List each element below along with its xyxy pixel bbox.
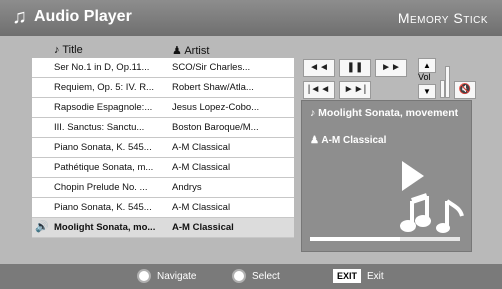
track-artist: Boston Baroque/M... [172, 122, 259, 133]
playlist-row[interactable]: Piano Sonata, K. 545... A-M Classical [32, 198, 294, 218]
now-playing-artist: ♟ A-M Classical [310, 135, 387, 146]
track-artist: SCO/Sir Charles... [172, 62, 251, 73]
track-artist: A-M Classical [172, 142, 231, 153]
playlist-row[interactable]: Rapsodie Espagnole:... Jesus Lopez-Cobo.… [32, 98, 294, 118]
title-column-header[interactable]: ♪ Title [54, 44, 83, 56]
note-icon: ♪ [54, 44, 60, 56]
volume-bar [445, 66, 450, 98]
track-artist: A-M Classical [172, 222, 234, 233]
exit-hint: EXIT Exit [333, 269, 384, 283]
select-button-icon [232, 269, 246, 283]
track-title: III. Sanctus: Sanctu... [54, 122, 145, 133]
playlist: ♪ Title ♟ Artist Ser No.1 in D, Op.11...… [32, 44, 294, 238]
track-title: Requiem, Op. 5: IV. R... [54, 82, 154, 93]
playlist-row[interactable]: Piano Sonata, K. 545... A-M Classical [32, 138, 294, 158]
now-playing-panel: ♪ Moolight Sonata, movement ♟ A-M Classi… [301, 100, 472, 252]
next-icon: ►►| [343, 84, 367, 95]
person-icon: ♟ [172, 45, 182, 57]
rewind-button[interactable]: ◄◄ [303, 59, 335, 77]
playback-progress-bar[interactable] [310, 237, 460, 241]
playlist-row[interactable]: Chopin Prelude No. ... Andrys [32, 178, 294, 198]
track-title: Chopin Prelude No. ... [54, 182, 148, 193]
playlist-row-current[interactable]: 🔊 Moolight Sonata, mo... A-M Classical [32, 218, 294, 238]
previous-track-button[interactable]: |◄◄ [303, 81, 335, 99]
music-note-icon: ♫ [12, 6, 27, 28]
playback-progress-fill [310, 237, 400, 241]
brand-label: Memory Stick [397, 10, 488, 26]
track-artist: Andrys [172, 182, 202, 193]
track-artist: Jesus Lopez-Cobo... [172, 102, 260, 113]
track-title: Ser No.1 in D, Op.11... [54, 62, 150, 73]
arrow-up-icon: ▲ [423, 61, 431, 70]
footer-bar: Navigate Select EXIT Exit [0, 264, 502, 289]
track-title: Rapsodie Espagnole:... [54, 102, 153, 113]
select-hint: Select [232, 269, 280, 283]
playlist-row[interactable]: Pathétique Sonata, m... A-M Classical [32, 158, 294, 178]
previous-icon: |◄◄ [307, 84, 331, 95]
track-artist: A-M Classical [172, 202, 231, 213]
volume-down-button[interactable]: ▼ [418, 84, 436, 99]
fast-forward-button[interactable]: ►► [375, 59, 407, 77]
now-playing-title: ♪ Moolight Sonata, movement [310, 107, 459, 119]
volume-up-button[interactable]: ▲ [418, 58, 436, 73]
track-title: Piano Sonata, K. 545... [54, 202, 152, 213]
track-artist: Robert Shaw/Atla... [172, 82, 254, 93]
rewind-icon: ◄◄ [309, 62, 329, 73]
mute-icon: 🔇 [458, 84, 472, 95]
pause-button[interactable]: ❚❚ [339, 59, 371, 77]
navigate-hint: Navigate [137, 269, 196, 283]
navigate-dpad-icon [137, 269, 151, 283]
track-artist: A-M Classical [172, 162, 231, 173]
arrow-down-icon: ▼ [423, 87, 431, 96]
app-title: Audio Player [34, 8, 132, 25]
pause-icon: ❚❚ [346, 62, 364, 73]
music-art-icon [400, 161, 464, 233]
exit-key-icon: EXIT [333, 269, 361, 283]
track-title: Moolight Sonata, mo... [54, 222, 156, 233]
mute-button[interactable]: 🔇 [454, 81, 476, 99]
playlist-header: ♪ Title ♟ Artist [32, 44, 294, 58]
track-title: Piano Sonata, K. 545... [54, 142, 152, 153]
fast-forward-icon: ►► [381, 62, 401, 73]
note-icon: ♪ [310, 107, 319, 119]
speaker-icon: 🔊 [35, 221, 49, 233]
person-icon: ♟ [310, 135, 322, 146]
playlist-row[interactable]: Ser No.1 in D, Op.11... SCO/Sir Charles.… [32, 58, 294, 78]
playlist-row[interactable]: III. Sanctus: Sanctu... Boston Baroque/M… [32, 118, 294, 138]
volume-control: ▲ Vol ▼ 🔇 [416, 58, 476, 100]
artist-column-header[interactable]: ♟ Artist [172, 44, 209, 57]
track-title: Pathétique Sonata, m... [54, 162, 154, 173]
playback-controls: ◄◄ ❚❚ ►► |◄◄ ►►| [303, 59, 433, 99]
header-bar: ♫ Audio Player Memory Stick [0, 0, 502, 36]
volume-label: Vol [418, 72, 431, 82]
volume-level-bars [440, 60, 450, 98]
playlist-row[interactable]: Requiem, Op. 5: IV. R... Robert Shaw/Atl… [32, 78, 294, 98]
audio-player-window: ♫ Audio Player Memory Stick ♪ Title ♟ Ar… [0, 0, 502, 289]
next-track-button[interactable]: ►►| [339, 81, 371, 99]
